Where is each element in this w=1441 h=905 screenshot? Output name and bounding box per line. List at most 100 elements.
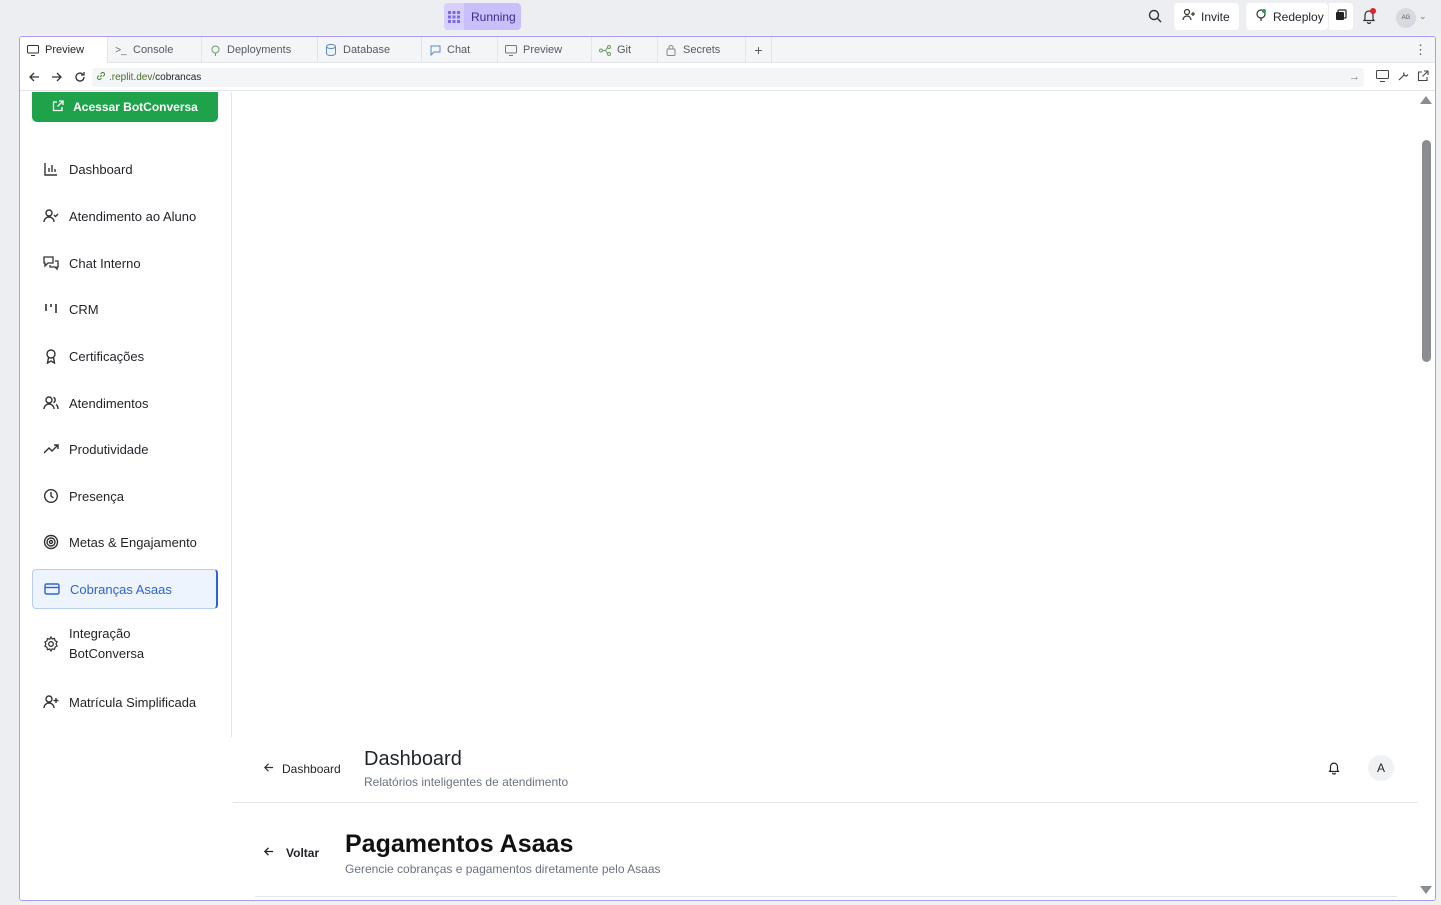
user-check-icon	[42, 207, 60, 225]
sidebar-item-label: Atendimento ao Aluno	[69, 208, 197, 224]
git-icon	[599, 44, 611, 56]
scrollbar-thumb[interactable]	[1422, 140, 1431, 362]
wrench-icon[interactable]	[1397, 69, 1409, 87]
tab-label: Database	[343, 44, 391, 56]
tab-label: Console	[133, 44, 174, 56]
url-input[interactable]: .replit.dev/ cobrancas →	[92, 68, 1364, 87]
clock-icon	[42, 487, 60, 505]
workspace-left-edge	[0, 0, 19, 905]
tab-chat[interactable]: Chat	[422, 37, 498, 63]
sidebar-item-cobrancas-asaas[interactable]: Cobranças Asaas	[32, 569, 218, 609]
botconversa-button[interactable]: Acessar BotConversa	[32, 92, 218, 122]
sidebar-item-atendimento-aluno[interactable]: Atendimento ao Aluno	[32, 202, 218, 230]
kanban-icon	[42, 300, 60, 318]
sidebar-item-label: Metas & Engajamento	[69, 534, 197, 550]
reload-icon[interactable]	[68, 64, 91, 91]
sidebar-item-crm[interactable]: CRM	[32, 295, 218, 323]
chevron-down-icon[interactable]: ⌄	[1419, 11, 1427, 22]
go-arrow-icon[interactable]: →	[1349, 71, 1360, 83]
header-subtitle: Relatórios inteligentes de atendimento	[364, 775, 569, 789]
sidebar-item-produtividade[interactable]: Produtividade	[32, 435, 218, 463]
scroll-down-arrow-icon[interactable]	[1420, 886, 1432, 894]
label-line-2: BotConversa	[69, 646, 145, 661]
deploy-icon	[1254, 8, 1268, 25]
tab-label: Secrets	[683, 44, 721, 56]
stack-icon	[1335, 9, 1347, 24]
tab-label: Git	[617, 44, 632, 56]
tab-preview-2[interactable]: Preview	[498, 37, 592, 63]
header-title: Dashboard	[364, 748, 462, 770]
sidebar-item-atendimentos[interactable]: Atendimentos	[32, 389, 218, 417]
avatar[interactable]: A	[1368, 755, 1394, 781]
deployments-icon	[209, 44, 221, 56]
back-to-dashboard-link[interactable]: Dashboard	[263, 762, 341, 776]
sidebar-item-integracao-botconversa[interactable]: Integração BotConversa	[32, 620, 218, 668]
invite-label: Invite	[1201, 9, 1230, 24]
user-avatar[interactable]: AG	[1396, 8, 1416, 28]
tab-database[interactable]: Database	[318, 37, 422, 63]
content-area	[233, 92, 1418, 735]
sidebar-item-label: Cobranças Asaas	[70, 581, 172, 597]
sidebar-item-label: Integração BotConversa	[69, 624, 144, 664]
external-link-icon[interactable]	[1417, 69, 1429, 87]
tab-secrets[interactable]: Secrets	[658, 37, 746, 63]
grid-icon	[444, 3, 464, 30]
lock-icon	[665, 44, 677, 56]
url-bar: .replit.dev/ cobrancas →	[20, 64, 1435, 91]
add-tab-button[interactable]: +	[746, 37, 772, 63]
label-line-1: Integração	[69, 626, 131, 641]
back-label: Voltar	[286, 846, 320, 860]
bar-chart-icon	[42, 160, 60, 178]
search-icon[interactable]	[1147, 8, 1165, 26]
monitor-icon	[505, 44, 517, 56]
sidebar-item-metas-engajamento[interactable]: Metas & Engajamento	[32, 528, 218, 556]
tab-preview[interactable]: Preview	[20, 37, 108, 63]
sidebar-item-chat-interno[interactable]: Chat Interno	[32, 249, 218, 277]
user-plus-icon	[42, 693, 60, 711]
target-icon	[42, 533, 60, 551]
app-header: Dashboard Dashboard Relatórios inteligen…	[233, 735, 1418, 803]
sidebar-item-presenca[interactable]: Presença	[32, 482, 218, 510]
page-title: Pagamentos Asaas	[345, 830, 574, 858]
sidebar-item-label: Presença	[69, 488, 124, 504]
tab-label: Chat	[447, 44, 471, 56]
more-options-icon[interactable]: ⋮	[1414, 42, 1427, 58]
chat-icon	[429, 44, 441, 56]
external-link-icon	[52, 99, 64, 115]
sidebar-item-dashboard[interactable]: Dashboard	[32, 155, 218, 183]
redeploy-button[interactable]: Redeploy	[1246, 3, 1328, 30]
tab-label: Deployments	[227, 44, 292, 56]
tab-label: Preview	[523, 44, 563, 56]
scroll-up-arrow-icon[interactable]	[1420, 96, 1432, 104]
messages-icon	[42, 254, 60, 272]
database-icon	[325, 44, 337, 56]
bell-icon[interactable]	[1327, 760, 1341, 780]
deploy-options-button[interactable]	[1329, 3, 1353, 30]
forward-arrow-icon[interactable]	[45, 64, 68, 91]
devtools-icon[interactable]	[1376, 69, 1389, 87]
sidebar-item-label: Chat Interno	[69, 255, 141, 271]
back-arrow-icon[interactable]	[22, 64, 45, 91]
sidebar-item-label: Atendimentos	[69, 395, 149, 411]
back-button[interactable]: Voltar	[263, 846, 319, 860]
invite-button[interactable]: Invite	[1174, 3, 1239, 30]
tab-deployments[interactable]: Deployments	[202, 37, 318, 63]
sidebar-item-matricula-simplificada[interactable]: Matrícula Simplificada	[32, 688, 218, 716]
sidebar-item-label: Produtividade	[69, 441, 149, 457]
settings-icon	[42, 635, 60, 653]
link-icon	[96, 71, 106, 84]
vertical-scrollbar[interactable]	[1418, 92, 1435, 900]
preview-pane: Preview >_ Console Deployments Database …	[19, 36, 1436, 901]
run-status-button[interactable]: Running	[444, 3, 521, 30]
url-path: cobrancas	[155, 72, 202, 83]
tab-git[interactable]: Git	[592, 37, 658, 63]
trending-up-icon	[42, 440, 60, 458]
redeploy-label: Redeploy	[1273, 9, 1324, 24]
tab-console[interactable]: >_ Console	[108, 37, 202, 63]
award-icon	[42, 347, 60, 365]
sidebar-item-certificacoes[interactable]: Certificações	[32, 342, 218, 370]
divider	[255, 896, 1397, 897]
url-host: .replit.dev/	[109, 72, 156, 83]
arrow-left-icon	[263, 762, 274, 776]
credit-card-icon	[43, 580, 61, 598]
